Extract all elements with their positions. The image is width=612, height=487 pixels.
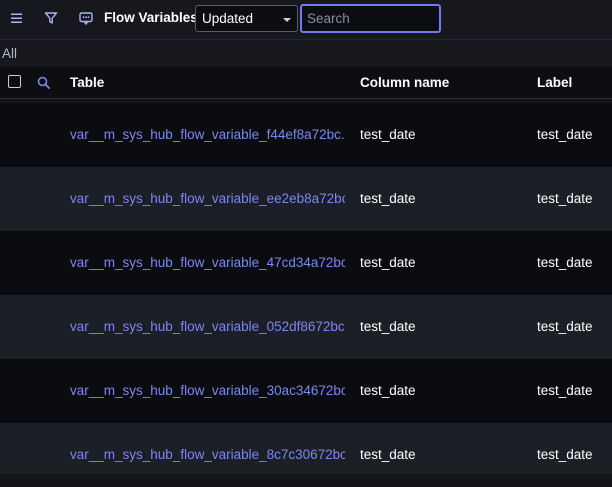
list-toolbar: Flow Variables Updated — [0, 0, 612, 40]
context-menu-icon[interactable] — [76, 8, 96, 28]
column-header-table[interactable]: Table — [70, 75, 104, 90]
table-row: var__m_sys_hub_flow_variable_f44ef8a72bc… — [0, 103, 612, 167]
table-row: var__m_sys_hub_flow_variable_30ac34672bc… — [0, 359, 612, 423]
search-input[interactable] — [300, 4, 441, 33]
column-name-cell: test_date — [360, 319, 416, 334]
column-name-cell: test_date — [360, 191, 416, 206]
column-name-cell: test_date — [360, 255, 416, 270]
table-row: var__m_sys_hub_flow_variable_052df8672bc… — [0, 295, 612, 359]
page-title: Flow Variables — [104, 10, 198, 25]
column-header-column-name[interactable]: Column name — [360, 75, 449, 90]
label-cell: test_date — [537, 319, 593, 334]
sort-select[interactable]: Updated — [195, 5, 298, 32]
table-row: var__m_sys_hub_flow_variable_47cd34a72bc… — [0, 231, 612, 295]
column-header-label[interactable]: Label — [537, 75, 572, 90]
breadcrumb: All — [0, 40, 612, 67]
chevron-down-icon — [283, 18, 291, 22]
table-link[interactable]: var__m_sys_hub_flow_variable_30ac34672bc… — [70, 359, 345, 423]
label-cell: test_date — [537, 447, 593, 462]
breadcrumb-all[interactable]: All — [2, 46, 17, 61]
table-row: var__m_sys_hub_flow_variable_8c7c30672bc… — [0, 423, 612, 474]
search-icon[interactable] — [36, 75, 52, 91]
table-link[interactable]: var__m_sys_hub_flow_variable_8c7c30672bc… — [70, 423, 345, 487]
column-name-cell: test_date — [360, 447, 416, 462]
table-link[interactable]: var__m_sys_hub_flow_variable_47cd34a72bc… — [70, 231, 345, 295]
menu-icon[interactable] — [7, 8, 27, 28]
table-header: Table Column name Label — [0, 67, 612, 99]
sort-select-value: Updated — [202, 11, 254, 26]
column-name-cell: test_date — [360, 127, 416, 142]
column-name-cell: test_date — [360, 383, 416, 398]
label-cell: test_date — [537, 255, 593, 270]
table-link[interactable]: var__m_sys_hub_flow_variable_052df8672bc… — [70, 295, 345, 359]
label-cell: test_date — [537, 191, 593, 206]
label-cell: test_date — [537, 127, 593, 142]
table-row: var__m_sys_hub_flow_variable_ee2eb8a72bc… — [0, 167, 612, 231]
select-all-checkbox[interactable] — [8, 75, 21, 88]
label-cell: test_date — [537, 383, 593, 398]
table-link[interactable]: var__m_sys_hub_flow_variable_f44ef8a72bc… — [70, 103, 345, 167]
table-link[interactable]: var__m_sys_hub_flow_variable_ee2eb8a72bc… — [70, 167, 345, 231]
filter-icon[interactable] — [41, 8, 61, 28]
